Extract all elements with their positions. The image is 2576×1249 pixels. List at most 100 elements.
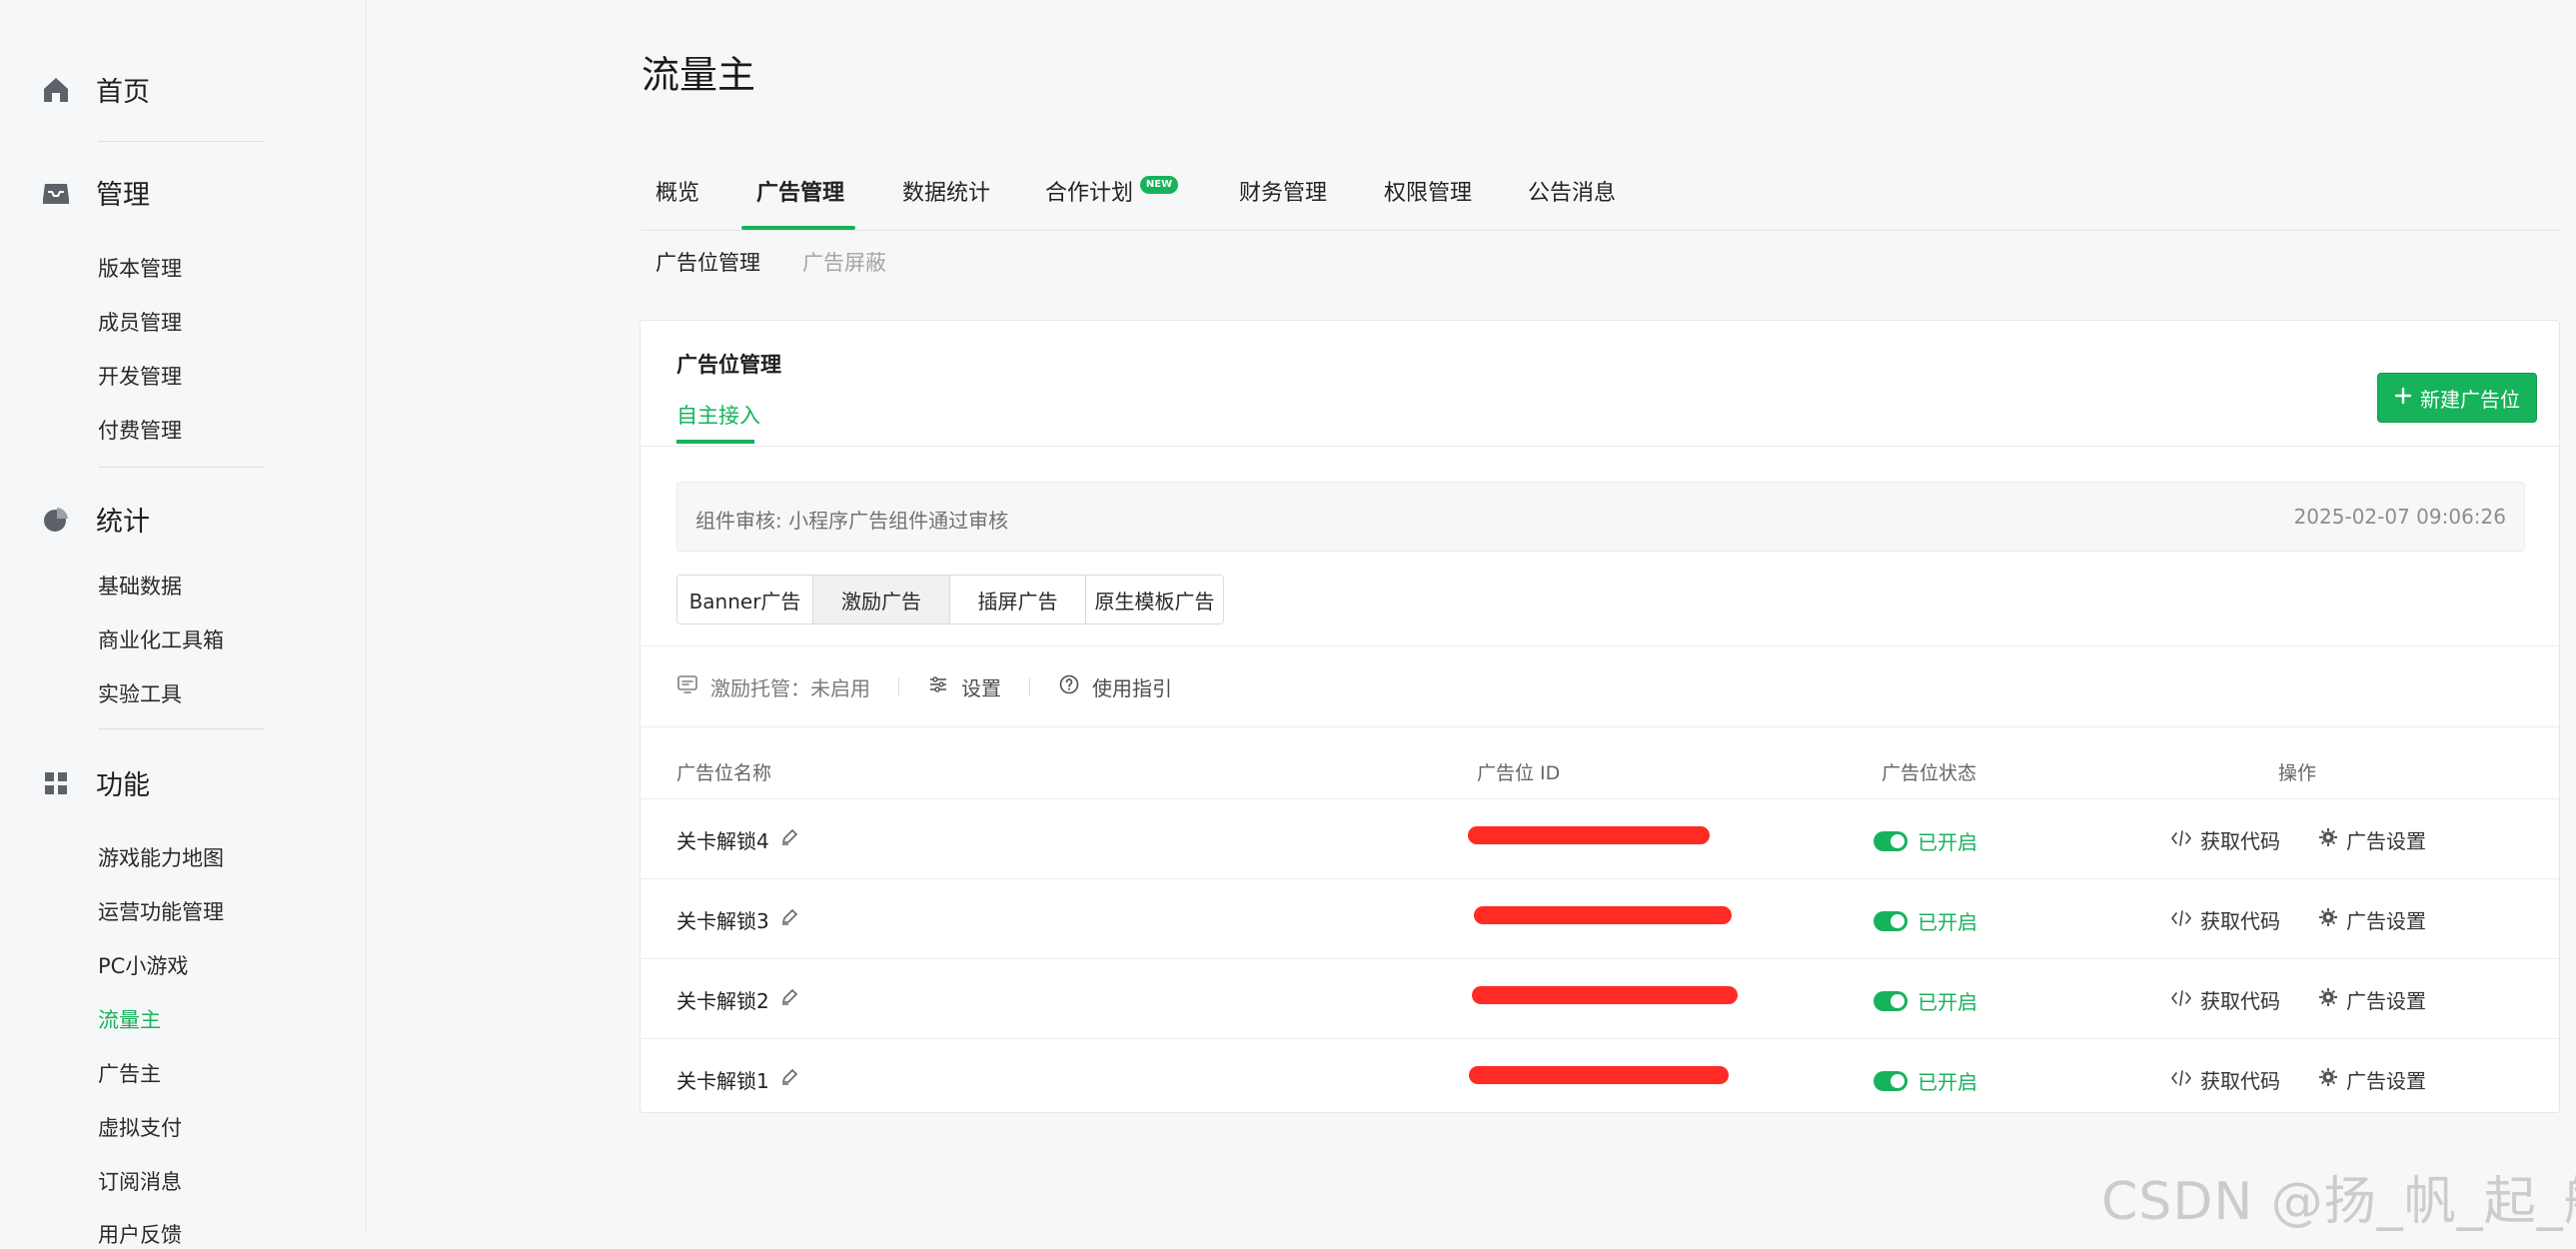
status-toggle[interactable] xyxy=(1874,830,1908,851)
status-label: 已开启 xyxy=(1918,990,1977,1014)
get-code-button[interactable]: 获取代码 xyxy=(2170,1065,2280,1094)
settings-label: 设置 xyxy=(961,676,1001,700)
new-ad-slot-button[interactable]: 新建广告位 xyxy=(2377,373,2537,423)
nav-stats[interactable]: 统计 xyxy=(38,500,150,539)
tab-finance[interactable]: 财务管理 xyxy=(1239,180,1327,208)
nav-item-version[interactable]: 版本管理 xyxy=(98,253,182,283)
help-icon xyxy=(1058,673,1080,700)
edit-icon[interactable] xyxy=(779,827,799,852)
nav-item-basic-data[interactable]: 基础数据 xyxy=(98,571,182,601)
status-toggle[interactable] xyxy=(1874,910,1908,931)
nav-item-subscription[interactable]: 订阅消息 xyxy=(98,1166,182,1196)
nav-home-label: 首页 xyxy=(96,77,150,108)
nav-item-traffic-owner[interactable]: 流量主 xyxy=(98,1004,161,1034)
nav-item-experiment-tools[interactable]: 实验工具 xyxy=(98,678,182,708)
tab-announcements[interactable]: 公告消息 xyxy=(1528,180,1616,208)
sliders-icon xyxy=(927,673,949,700)
tab-self-access[interactable]: 自主接入 xyxy=(676,400,760,430)
nav-features[interactable]: 功能 xyxy=(38,763,150,802)
ad-slot-name-text: 关卡解锁2 xyxy=(676,989,769,1013)
guide-label: 使用指引 xyxy=(1092,676,1172,700)
guide-link[interactable]: 使用指引 xyxy=(1058,672,1172,701)
nav-item-advertiser[interactable]: 广告主 xyxy=(98,1058,161,1088)
ad-slot-name-text: 关卡解锁1 xyxy=(676,1069,769,1093)
home-icon xyxy=(38,72,74,108)
nav-item-commercial-tools[interactable]: 商业化工具箱 xyxy=(98,624,224,654)
reward-toolbar: 激励托管：未启用 设置 使用指引 xyxy=(676,672,1172,701)
edit-icon[interactable] xyxy=(779,907,799,932)
column-actions: 操作 xyxy=(2278,762,2317,784)
review-notice: 组件审核: 小程序广告组件通过审核 2025-02-07 09:06:26 xyxy=(676,482,2525,552)
column-ad-slot-id: 广告位 ID xyxy=(1477,762,1561,784)
monitor-icon xyxy=(676,673,698,700)
reward-hosting-label: 激励托管：未启用 xyxy=(710,676,870,700)
ad-type-selector: Banner广告 激励广告 插屏广告 原生模板广告 xyxy=(676,575,1224,624)
inbox-icon xyxy=(38,175,74,211)
status-toggle[interactable] xyxy=(1874,1070,1908,1091)
ad-slot-card: 广告位管理 自主接入 新建广告位 组件审核: 小程序广告组件通过审核 2025-… xyxy=(640,320,2560,1113)
nav-manage[interactable]: 管理 xyxy=(38,173,150,212)
review-notice-time: 2025-02-07 09:06:26 xyxy=(2293,505,2506,529)
subtab-ad-block[interactable]: 广告屏蔽 xyxy=(802,247,886,277)
ad-settings-label: 广告设置 xyxy=(2346,989,2426,1013)
toolbar-divider xyxy=(898,677,899,696)
table-row: 关卡解锁4 已开启 获取代码 广告设置 xyxy=(641,798,2559,879)
ad-settings-label: 广告设置 xyxy=(2346,909,2426,933)
nav-item-game-map[interactable]: 游戏能力地图 xyxy=(98,842,224,872)
nav-item-ops[interactable]: 运营功能管理 xyxy=(98,896,224,926)
table-row: 关卡解锁1 已开启 获取代码 广告设置 xyxy=(641,1038,2559,1118)
nav-features-label: 功能 xyxy=(96,770,150,801)
reward-hosting-status: 激励托管：未启用 xyxy=(676,672,870,701)
table-row: 关卡解锁2 已开启 获取代码 广告设置 xyxy=(641,958,2559,1039)
section-divider xyxy=(641,645,2559,646)
active-tab-indicator xyxy=(741,226,855,230)
nav-item-feedback[interactable]: 用户反馈 xyxy=(98,1219,182,1249)
tab-cooperation[interactable]: 合作计划 xyxy=(1045,180,1133,208)
nav-item-virtual-pay[interactable]: 虚拟支付 xyxy=(98,1112,182,1142)
nav-divider xyxy=(98,467,264,468)
redacted-ad-slot-id xyxy=(1468,826,1710,844)
sidebar: 首页 管理 版本管理 成员管理 开发管理 付费管理 统计 基础数据 商业化工具箱… xyxy=(0,0,367,1247)
nav-home[interactable]: 首页 xyxy=(38,70,150,109)
nav-item-payment[interactable]: 付费管理 xyxy=(98,415,182,445)
card-tab-indicator xyxy=(676,440,754,444)
ad-slot-name-text: 关卡解锁4 xyxy=(676,829,769,853)
get-code-button[interactable]: 获取代码 xyxy=(2170,825,2280,854)
segment-native-template[interactable]: 原生模板广告 xyxy=(1086,576,1223,624)
code-icon xyxy=(2170,988,2192,1012)
tab-ad-management[interactable]: 广告管理 xyxy=(756,180,844,208)
nav-divider xyxy=(98,728,264,729)
tab-overview[interactable]: 概览 xyxy=(655,180,699,208)
settings-link[interactable]: 设置 xyxy=(927,672,1001,701)
subtab-ad-slots[interactable]: 广告位管理 xyxy=(655,247,760,277)
status-label: 已开启 xyxy=(1918,830,1977,854)
card-title: 广告位管理 xyxy=(676,353,781,377)
card-divider xyxy=(641,446,2559,447)
edit-icon[interactable] xyxy=(779,1067,799,1092)
segment-interstitial[interactable]: 插屏广告 xyxy=(950,576,1086,624)
nav-item-members[interactable]: 成员管理 xyxy=(98,307,182,337)
ad-settings-button[interactable]: 广告设置 xyxy=(2318,985,2426,1014)
ad-slot-status: 已开启 xyxy=(1874,906,1977,935)
table-row: 关卡解锁3 已开启 获取代码 广告设置 xyxy=(641,878,2559,959)
ad-settings-button[interactable]: 广告设置 xyxy=(2318,1065,2426,1094)
new-badge: NEW xyxy=(1140,176,1178,194)
ad-settings-button[interactable]: 广告设置 xyxy=(2318,905,2426,934)
get-code-label: 获取代码 xyxy=(2200,909,2280,933)
ad-slot-status: 已开启 xyxy=(1874,986,1977,1015)
segment-banner[interactable]: Banner广告 xyxy=(677,576,813,624)
get-code-button[interactable]: 获取代码 xyxy=(2170,985,2280,1014)
ad-slot-name-text: 关卡解锁3 xyxy=(676,909,769,933)
ad-slot-name: 关卡解锁4 xyxy=(676,825,799,854)
ad-settings-button[interactable]: 广告设置 xyxy=(2318,825,2426,854)
get-code-button[interactable]: 获取代码 xyxy=(2170,905,2280,934)
status-toggle[interactable] xyxy=(1874,990,1908,1011)
nav-divider xyxy=(98,141,264,142)
edit-icon[interactable] xyxy=(779,987,799,1012)
tab-permissions[interactable]: 权限管理 xyxy=(1384,180,1472,208)
nav-item-pc-game[interactable]: PC小游戏 xyxy=(98,950,188,980)
redacted-ad-slot-id xyxy=(1469,1066,1729,1084)
segment-reward[interactable]: 激励广告 xyxy=(813,576,950,624)
tab-data-stats[interactable]: 数据统计 xyxy=(902,180,990,208)
nav-item-development[interactable]: 开发管理 xyxy=(98,361,182,391)
